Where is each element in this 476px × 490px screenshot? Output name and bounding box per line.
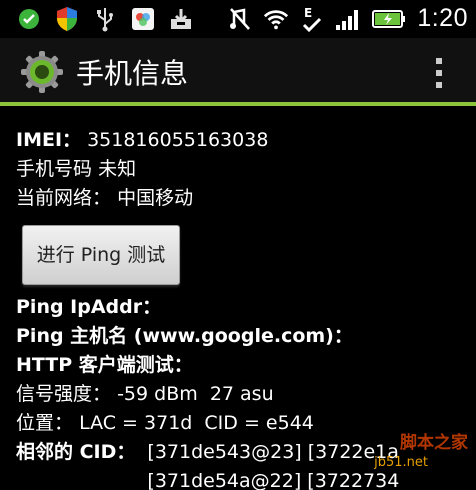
wifi-icon <box>263 6 289 32</box>
action-bar: 手机信息 <box>0 38 476 106</box>
signal-bars-icon <box>335 6 361 32</box>
svg-text:E: E <box>304 6 312 20</box>
status-time: 1:20 <box>417 4 468 32</box>
http-test-label: HTTP 客户端测试： <box>16 354 193 376</box>
ping-test-button[interactable]: 进行 Ping 测试 <box>22 225 180 285</box>
download-icon <box>168 6 194 32</box>
status-bar-system: E 1:20 <box>227 4 468 33</box>
watermark-url: jb51.net <box>374 455 428 470</box>
imei-row: IMEI： 351816055163038 <box>16 126 468 155</box>
ping-host-label: Ping 主机名 (www.google.com)： <box>16 325 353 347</box>
location-label: 位置： <box>16 412 74 434</box>
phone-number-label: 手机号码 <box>16 158 93 180</box>
neighbor-cid-line: [371de54a@22] [3722734 <box>147 470 400 490</box>
page-title: 手机信息 <box>76 57 189 90</box>
signal-row: 信号强度： -59 dBm 27 asu <box>16 380 468 409</box>
neighbor-cid-line: [371de543@23] [3722e1a <box>147 441 399 463</box>
check-circle-icon <box>16 6 42 32</box>
usb-icon <box>92 6 118 32</box>
network-row: 当前网络： 中国移动 <box>16 184 468 213</box>
imei-value: 351816055163038 <box>87 129 269 151</box>
gear-icon <box>20 50 64 94</box>
imei-label: IMEI： <box>16 129 82 151</box>
network-value: 中国移动 <box>117 187 194 209</box>
location-value: LAC = 371d CID = e544 <box>79 412 314 434</box>
phone-number-value: 未知 <box>98 158 137 180</box>
watermark-logo: 脚本之家 <box>400 433 468 453</box>
shield-icon <box>54 6 80 32</box>
edge-signal-icon: E <box>299 6 325 32</box>
photo-app-icon <box>130 6 156 32</box>
status-bar: E 1:20 <box>0 0 476 38</box>
ping-host-row: Ping 主机名 (www.google.com)： <box>16 322 468 351</box>
http-test-row: HTTP 客户端测试： <box>16 351 468 380</box>
battery-charging-icon <box>371 6 407 32</box>
phone-number-row: 手机号码 未知 <box>16 155 468 184</box>
network-label: 当前网络： <box>16 187 112 209</box>
mute-icon <box>227 6 253 32</box>
status-bar-notifications <box>16 6 194 32</box>
ping-ipaddr-label: Ping IpAddr： <box>16 296 162 318</box>
ping-ipaddr-row: Ping IpAddr： <box>16 293 468 322</box>
neighbor-cid-label: 相邻的 CID： <box>16 441 136 463</box>
neighbor-cid-values: [371de543@23] [3722e1a [371de54a@22] [37… <box>147 438 399 490</box>
signal-value: -59 dBm 27 asu <box>117 383 274 405</box>
overflow-menu-icon[interactable] <box>436 58 444 88</box>
signal-label: 信号强度： <box>16 383 112 405</box>
